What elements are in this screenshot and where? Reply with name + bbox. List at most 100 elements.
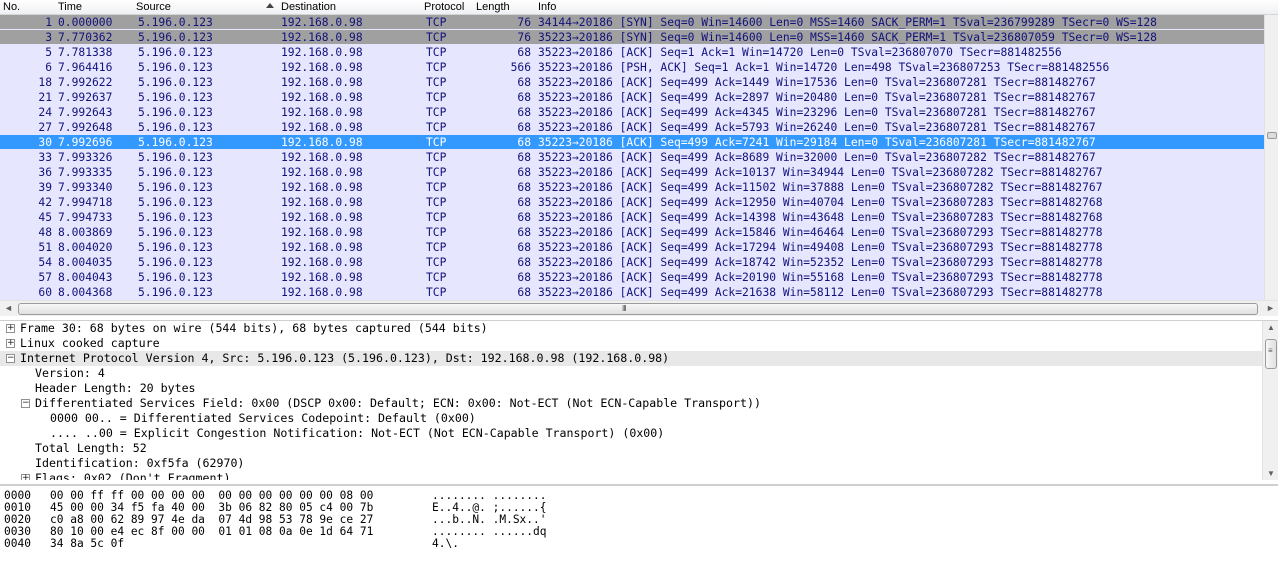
hex-bytes[interactable]: 34 8a 5c 0f (50, 537, 124, 550)
packet-destination: 192.168.0.98 (281, 136, 363, 149)
column-header-time[interactable]: Time (58, 1, 82, 13)
packet-source: 5.196.0.123 (138, 16, 213, 29)
packet-row[interactable]: 21 7.992637 5.196.0.123 192.168.0.98 TCP 68 35… (0, 90, 1264, 105)
detail-tree-item[interactable]: Identification: 0xf5fa (62970) (0, 456, 1262, 471)
packet-time: 0.000000 (58, 16, 113, 29)
packet-row[interactable]: 33 7.993326 5.196.0.123 192.168.0.98 TCP 68 35… (0, 150, 1264, 165)
packet-row[interactable]: 1 0.000000 5.196.0.123 192.168.0.98 TCP 76 341… (0, 15, 1264, 30)
packet-row[interactable]: 57 8.004043 5.196.0.123 192.168.0.98 TCP 68 35… (0, 270, 1264, 285)
detail-tree-item[interactable]: + Linux cooked capture (0, 336, 1262, 351)
scroll-right-icon[interactable]: ► (1266, 303, 1275, 313)
packet-destination: 192.168.0.98 (281, 271, 363, 284)
column-header-protocol[interactable]: Protocol (424, 1, 464, 13)
details-vertical-scrollbar[interactable]: ▲ ≡ ▼ (1262, 321, 1278, 480)
packet-length: 68 (517, 211, 531, 224)
expand-icon[interactable]: + (21, 474, 30, 480)
packet-info: 35223→20186 [ACK] Seq=499 Ack=4345 Win=2… (538, 106, 1096, 119)
column-header-destination[interactable]: Destination (281, 1, 336, 13)
packet-time: 8.004368 (58, 286, 113, 299)
packet-row[interactable]: 51 8.004020 5.196.0.123 192.168.0.98 TCP 68 35… (0, 240, 1264, 255)
collapse-icon[interactable]: − (6, 354, 15, 363)
detail-tree-item[interactable]: Version: 4 (0, 366, 1262, 381)
expand-icon[interactable]: + (6, 324, 15, 333)
packet-row[interactable]: 42 7.994718 5.196.0.123 192.168.0.98 TCP 68 35… (0, 195, 1264, 210)
packet-row[interactable]: 18 7.992622 5.196.0.123 192.168.0.98 TCP 68 35… (0, 75, 1264, 90)
packet-row[interactable]: 48 8.003869 5.196.0.123 192.168.0.98 TCP 68 35… (0, 225, 1264, 240)
packet-time: 7.993326 (58, 151, 113, 164)
detail-tree-item[interactable]: Total Length: 52 (0, 441, 1262, 456)
packet-time: 7.992648 (58, 121, 113, 134)
detail-tree-item[interactable]: .... ..00 = Explicit Congestion Notifica… (0, 426, 1262, 441)
scroll-up-icon[interactable]: ▲ (1267, 323, 1275, 332)
packet-info: 35223→20186 [ACK] Seq=499 Ack=11502 Win=… (538, 181, 1103, 194)
packet-number: 36 (38, 166, 52, 179)
packet-protocol: TCP (426, 46, 447, 59)
packet-row[interactable]: 45 7.994733 5.196.0.123 192.168.0.98 TCP 68 35… (0, 210, 1264, 225)
packet-list-pane: No. Time Source Destination Protocol Len… (0, 0, 1278, 318)
packet-length: 68 (517, 91, 531, 104)
packet-row-selected[interactable]: 30 7.992696 5.196.0.123 192.168.0.98 TCP 68 35… (0, 135, 1264, 150)
packet-row[interactable]: 6 7.964416 5.196.0.123 192.168.0.98 TCP 566 35… (0, 60, 1264, 75)
column-header-info[interactable]: Info (538, 1, 556, 13)
detail-tree-text: Identification: 0xf5fa (62970) (35, 456, 245, 470)
packet-row[interactable]: 5 7.781338 5.196.0.123 192.168.0.98 TCP 68 352… (0, 45, 1264, 60)
packet-number: 45 (38, 211, 52, 224)
column-header-no[interactable]: No. (3, 1, 20, 13)
hex-offset[interactable]: 0040 (4, 537, 31, 550)
packet-number: 30 (38, 136, 52, 149)
packet-source: 5.196.0.123 (138, 271, 213, 284)
collapse-icon[interactable]: − (21, 399, 30, 408)
detail-tree-item[interactable]: + Flags: 0x02 (Don't Fragment) (0, 471, 1262, 480)
detail-tree-item[interactable]: − Differentiated Services Field: 0x00 (DS… (0, 396, 1262, 411)
packet-list-vertical-scrollbar[interactable] (1264, 15, 1278, 300)
column-header-length[interactable]: Length (476, 1, 510, 13)
packet-length: 68 (517, 196, 531, 209)
packet-protocol: TCP (426, 136, 447, 149)
packet-bytes-pane: 0000 00 00 ff ff 00 00 00 00 00 00 00 00 … (0, 484, 1278, 569)
scroll-left-icon[interactable]: ◄ (4, 303, 13, 313)
packet-source: 5.196.0.123 (138, 196, 213, 209)
packet-destination: 192.168.0.98 (281, 256, 363, 269)
detail-tree-item[interactable]: 0000 00.. = Differentiated Services Code… (0, 411, 1262, 426)
packet-row[interactable]: 54 8.004035 5.196.0.123 192.168.0.98 TCP 68 35… (0, 255, 1264, 270)
detail-tree-text: Header Length: 20 bytes (35, 381, 196, 395)
packet-source: 5.196.0.123 (138, 211, 213, 224)
packet-number: 24 (38, 106, 52, 119)
packet-destination: 192.168.0.98 (281, 31, 363, 44)
details-scroll-thumb[interactable]: ≡ (1265, 339, 1277, 369)
packet-info: 35223→20186 [ACK] Seq=499 Ack=12950 Win=… (538, 196, 1103, 209)
packet-source: 5.196.0.123 (138, 256, 213, 269)
packet-list-scroll-thumb[interactable] (1267, 132, 1277, 139)
packet-protocol: TCP (426, 76, 447, 89)
horizontal-scroll-thumb[interactable]: III (18, 303, 1258, 315)
packet-source: 5.196.0.123 (138, 241, 213, 254)
packet-row[interactable]: 36 7.993335 5.196.0.123 192.168.0.98 TCP 68 35… (0, 165, 1264, 180)
column-header-source[interactable]: Source (136, 1, 171, 13)
detail-tree-item[interactable]: Header Length: 20 bytes (0, 381, 1262, 396)
detail-tree-text: Frame 30: 68 bytes on wire (544 bits), 6… (20, 321, 488, 335)
detail-tree-text: Internet Protocol Version 4, Src: 5.196.… (20, 351, 670, 365)
scroll-down-icon[interactable]: ▼ (1267, 469, 1275, 478)
scroll-grip-icon: III (622, 304, 627, 313)
packet-row[interactable]: 27 7.992648 5.196.0.123 192.168.0.98 TCP 68 35… (0, 120, 1264, 135)
packet-info: 35223→20186 [ACK] Seq=499 Ack=14398 Win=… (538, 211, 1103, 224)
packet-destination: 192.168.0.98 (281, 91, 363, 104)
packet-destination: 192.168.0.98 (281, 121, 363, 134)
packet-destination: 192.168.0.98 (281, 211, 363, 224)
packet-row[interactable]: 39 7.993340 5.196.0.123 192.168.0.98 TCP 68 35… (0, 180, 1264, 195)
expand-icon[interactable]: + (6, 339, 15, 348)
packet-time: 8.003869 (58, 226, 113, 239)
packet-destination: 192.168.0.98 (281, 16, 363, 29)
detail-tree-item[interactable]: − Internet Protocol Version 4, Src: 5.196… (0, 351, 1262, 366)
hex-ascii[interactable]: 4.\. (432, 537, 459, 550)
packet-row[interactable]: 24 7.992643 5.196.0.123 192.168.0.98 TCP 68 35… (0, 105, 1264, 120)
packet-row[interactable]: 3 7.770362 5.196.0.123 192.168.0.98 TCP 76 352… (0, 30, 1264, 45)
packet-row[interactable]: 60 8.004368 5.196.0.123 192.168.0.98 TCP 68 35… (0, 285, 1264, 300)
packet-number: 39 (38, 181, 52, 194)
packet-number: 3 (45, 31, 52, 44)
detail-tree-item[interactable]: + Frame 30: 68 bytes on wire (544 bits), … (0, 321, 1262, 336)
packet-source: 5.196.0.123 (138, 286, 213, 299)
packet-number: 54 (38, 256, 52, 269)
packet-list-horizontal-scrollbar[interactable]: ◄ III ► (0, 300, 1278, 316)
packet-source: 5.196.0.123 (138, 181, 213, 194)
